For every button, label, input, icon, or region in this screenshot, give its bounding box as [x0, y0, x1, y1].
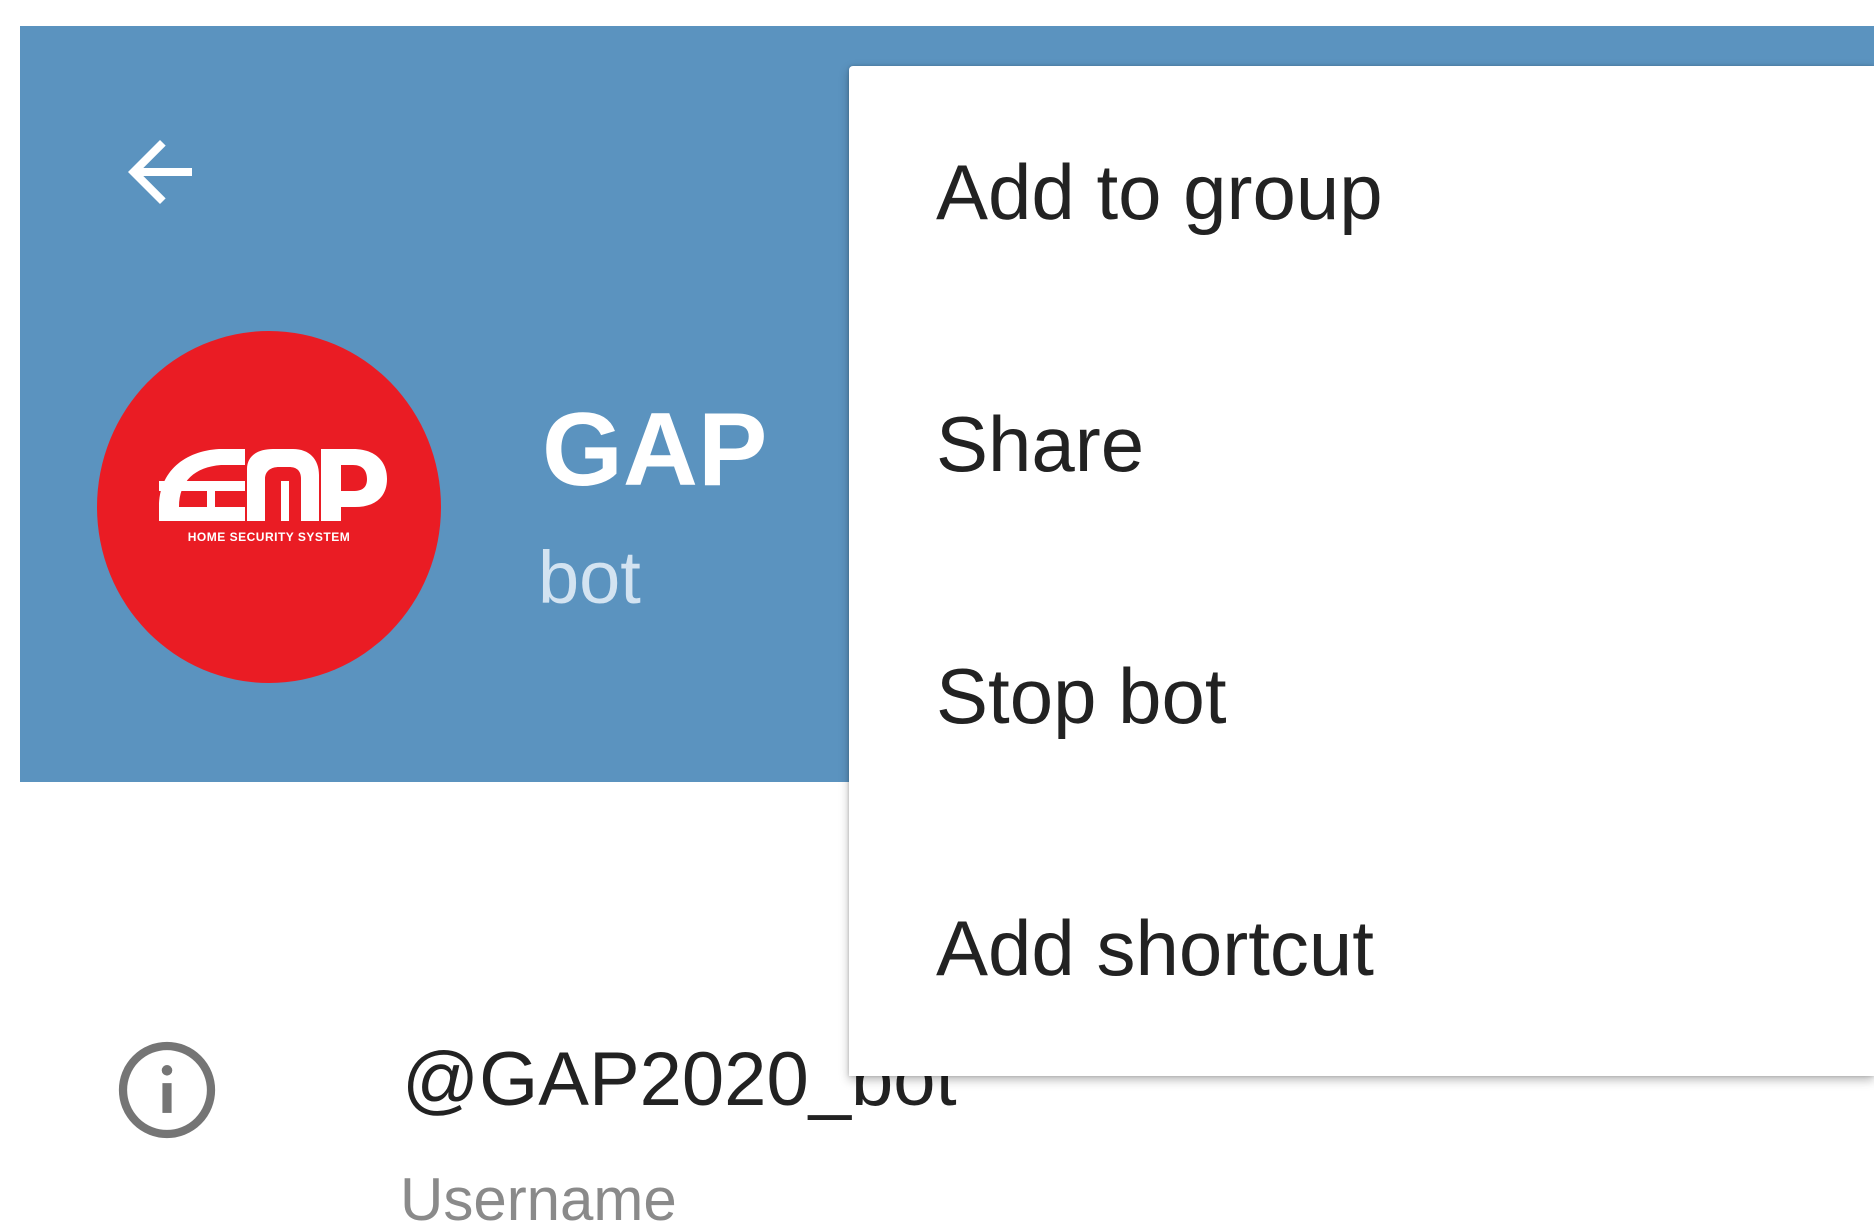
- menu-item-label: Share: [936, 400, 1145, 488]
- menu-item-label: Add to group: [936, 148, 1383, 236]
- profile-status: bot: [538, 536, 641, 619]
- back-button[interactable]: [100, 112, 220, 232]
- profile-name: GAP: [542, 392, 768, 508]
- menu-item-add-to-group[interactable]: Add to group: [849, 66, 1874, 318]
- profile-screen: HOME SECURITY SYSTEM GAP bot @GAP2020_bo…: [0, 0, 1874, 1231]
- menu-item-add-shortcut[interactable]: Add shortcut: [849, 822, 1874, 1074]
- menu-item-label: Add shortcut: [936, 904, 1374, 992]
- info-icon: [118, 1041, 216, 1139]
- menu-item-share[interactable]: Share: [849, 318, 1874, 570]
- arrow-left-icon: [128, 140, 192, 204]
- logo-subtext: HOME SECURITY SYSTEM: [188, 530, 350, 544]
- username-label: Username: [400, 1166, 677, 1231]
- avatar[interactable]: HOME SECURITY SYSTEM: [97, 331, 441, 683]
- menu-item-label: Stop bot: [936, 652, 1227, 740]
- overflow-menu: Add to group Share Stop bot Add shortcut: [849, 66, 1874, 1076]
- gap-logo: HOME SECURITY SYSTEM: [159, 449, 387, 544]
- menu-item-stop-bot[interactable]: Stop bot: [849, 570, 1874, 822]
